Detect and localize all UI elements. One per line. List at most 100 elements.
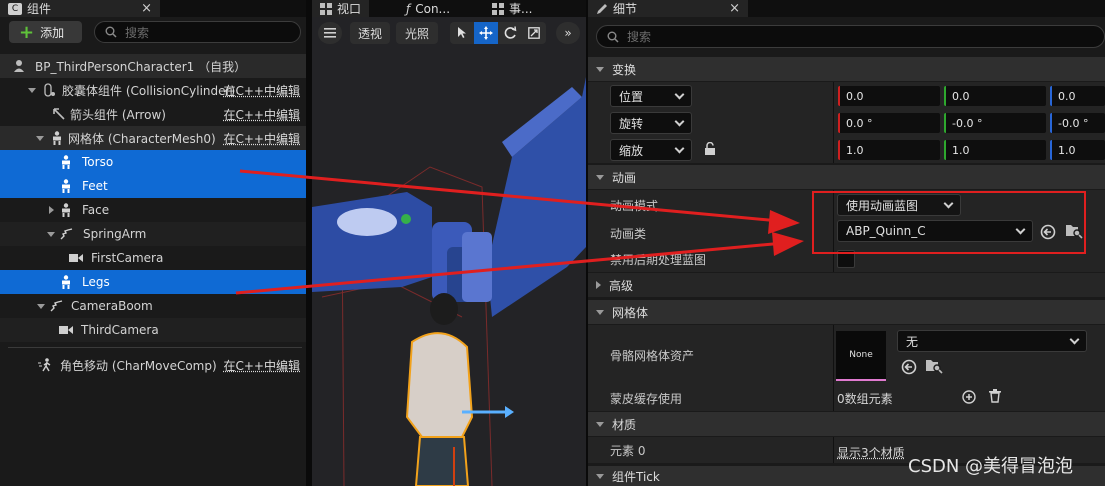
expand-arrow-icon[interactable] xyxy=(36,135,44,141)
section-materials[interactable]: 材质 xyxy=(588,412,1105,436)
expand-arrow-icon[interactable] xyxy=(37,303,45,309)
row-scale: 缩放 1.0 1.0 1.0 xyxy=(588,136,1105,163)
tree-row-feet[interactable]: Feet xyxy=(0,174,306,198)
tab-construction[interactable]: ƒ Con... xyxy=(398,0,458,17)
components-tab-label: 组件 xyxy=(27,2,52,16)
chevron-down-icon xyxy=(1015,224,1026,234)
add-component-button[interactable]: + 添加 xyxy=(9,21,82,43)
scale-tool-button[interactable] xyxy=(522,22,546,44)
skin-cache-value: 0数组元素 xyxy=(837,392,893,406)
expand-arrow-icon xyxy=(596,421,604,427)
location-dropdown[interactable]: 位置 xyxy=(610,85,692,107)
lighting-button[interactable]: 光照 xyxy=(396,22,438,44)
tree-row-root[interactable]: BP_ThirdPersonCharacter1 （自我） xyxy=(0,54,306,78)
skeletal-mesh-thumbnail[interactable]: None xyxy=(836,331,886,381)
components-tabbar: C 组件 × xyxy=(0,0,306,17)
rotation-dropdown[interactable]: 旋转 xyxy=(610,112,692,134)
show-materials-link[interactable]: 显示3个材质 xyxy=(837,444,905,461)
skeleton-icon xyxy=(59,179,73,193)
scale-z-field[interactable]: 1.0 xyxy=(1050,140,1105,160)
viewport-more-button[interactable]: » xyxy=(556,22,580,44)
animation-class-value: ABP_Quinn_C xyxy=(846,224,926,238)
skeletal-mesh-value: 无 xyxy=(906,334,919,349)
function-icon: ƒ xyxy=(406,1,411,16)
viewport-menu-button[interactable] xyxy=(318,22,342,44)
tree-row-arrow[interactable]: 箭头组件 (Arrow) 在C++中编辑 xyxy=(0,102,306,126)
tree-item-label: 网格体 (CharacterMesh0) xyxy=(68,131,216,146)
components-search-input[interactable]: 搜索 xyxy=(94,21,301,43)
location-label: 位置 xyxy=(619,89,644,104)
tree-row-char-move[interactable]: 角色移动 (CharMoveComp) 在C++中编辑 xyxy=(0,353,306,377)
use-selected-asset-icon[interactable] xyxy=(1040,224,1056,240)
location-y-field[interactable]: 0.0 xyxy=(944,86,1046,106)
location-z-field[interactable]: 0.0 xyxy=(1050,86,1105,106)
expand-arrow-icon[interactable] xyxy=(28,87,36,93)
tree-item-label: ThirdCamera xyxy=(81,323,159,337)
chevron-down-icon xyxy=(674,116,685,126)
details-tab[interactable]: 细节 × xyxy=(588,0,748,17)
viewport-panel: 视口 ƒ Con... 事... 透视 光照 » xyxy=(312,0,586,486)
scale-dropdown[interactable]: 缩放 xyxy=(610,139,692,161)
tree-row-third-camera[interactable]: ThirdCamera xyxy=(0,318,306,342)
watermark-text: CSDN @美得冒泡泡 xyxy=(908,456,1074,477)
expand-arrow-icon xyxy=(596,174,604,180)
section-transform[interactable]: 变换 xyxy=(588,57,1105,81)
close-icon[interactable]: × xyxy=(141,1,152,16)
section-advanced-label: 高级 xyxy=(609,278,634,293)
section-animation[interactable]: 动画 xyxy=(588,165,1105,189)
rotation-z-field[interactable]: -0.0 ° xyxy=(1050,113,1105,133)
plus-icon: + xyxy=(19,21,35,43)
location-x-field[interactable]: 0.0 xyxy=(838,86,940,106)
lock-icon[interactable] xyxy=(704,142,716,156)
use-selected-asset-icon[interactable] xyxy=(901,359,917,375)
components-tab[interactable]: C 组件 × xyxy=(0,0,160,17)
scale-y-field[interactable]: 1.0 xyxy=(944,140,1046,160)
edit-in-cpp-link[interactable]: 在C++中编辑 xyxy=(224,82,301,99)
details-search-input[interactable]: 搜索 xyxy=(596,25,1105,48)
edit-in-cpp-link[interactable]: 在C++中编辑 xyxy=(224,106,301,123)
tree-row-collision-cylinder[interactable]: 胶囊体组件 (CollisionCylinder) 在C++中编辑 xyxy=(0,78,306,102)
rotation-y-field[interactable]: -0.0 ° xyxy=(944,113,1046,133)
spring-arm-icon xyxy=(60,228,74,240)
tree-row-face[interactable]: Face xyxy=(0,198,306,222)
tree-row-torso[interactable]: Torso xyxy=(0,150,306,174)
viewport-scene[interactable] xyxy=(312,17,586,486)
select-tool-button[interactable] xyxy=(450,22,474,44)
section-advanced[interactable]: 高级 xyxy=(588,273,1105,297)
edit-in-cpp-link[interactable]: 在C++中编辑 xyxy=(224,357,301,374)
scale-x-field[interactable]: 1.0 xyxy=(838,140,940,160)
browse-asset-icon[interactable] xyxy=(1065,223,1083,239)
close-icon[interactable]: × xyxy=(729,1,740,16)
perspective-button[interactable]: 透视 xyxy=(350,22,390,44)
animation-class-dropdown[interactable]: ABP_Quinn_C xyxy=(837,220,1033,242)
tree-row-legs[interactable]: Legs xyxy=(0,270,306,294)
tree-row-spring-arm[interactable]: SpringArm xyxy=(0,222,306,246)
skeletal-mesh-dropdown[interactable]: 无 xyxy=(897,330,1087,352)
tree-item-label: FirstCamera xyxy=(91,251,164,265)
skin-cache-label: 蒙皮缓存使用 xyxy=(610,392,683,406)
tree-row-character-mesh[interactable]: 网格体 (CharacterMesh0) 在C++中编辑 xyxy=(0,126,306,150)
row-skeletal-mesh: 骨骼网格体资产 None 无 xyxy=(588,325,1105,383)
chevron-down-icon xyxy=(1069,334,1080,344)
translate-tool-button[interactable] xyxy=(474,22,498,44)
tree-row-first-camera[interactable]: FirstCamera xyxy=(0,246,306,270)
rotation-x-field[interactable]: 0.0 ° xyxy=(838,113,940,133)
tree-row-camera-boom[interactable]: CameraBoom xyxy=(0,294,306,318)
disable-post-process-checkbox[interactable] xyxy=(837,250,855,268)
section-mesh[interactable]: 网格体 xyxy=(588,300,1105,324)
animation-mode-dropdown[interactable]: 使用动画蓝图 xyxy=(837,194,961,216)
viewport-grid-icon xyxy=(320,2,332,15)
edit-in-cpp-link[interactable]: 在C++中编辑 xyxy=(224,130,301,147)
trash-icon[interactable] xyxy=(989,389,1001,403)
rotate-tool-button[interactable] xyxy=(498,22,522,44)
tab-event-graph[interactable]: 事... xyxy=(484,0,540,17)
add-element-icon[interactable] xyxy=(962,390,976,404)
expand-arrow-icon[interactable] xyxy=(47,231,55,237)
section-component-tick-label: 组件Tick xyxy=(612,469,660,484)
browse-asset-icon[interactable] xyxy=(925,358,943,374)
collapse-arrow-icon[interactable] xyxy=(49,206,54,214)
tab-viewport[interactable]: 视口 xyxy=(312,0,370,17)
section-animation-label: 动画 xyxy=(612,170,637,185)
details-panel: 细节 × 搜索 变换 位置 0.0 0.0 0.0 旋转 0.0 ° -0.0 … xyxy=(588,0,1105,486)
tab-construction-label: Con... xyxy=(415,1,451,16)
